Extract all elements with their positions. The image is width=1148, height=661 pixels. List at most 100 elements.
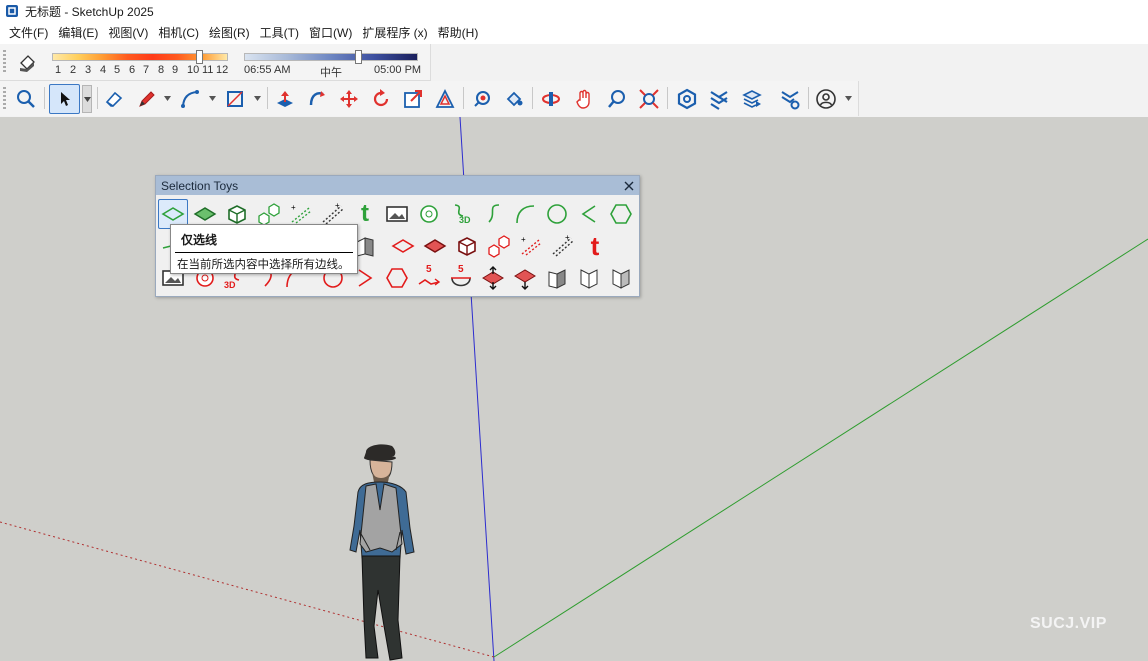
month-slider-thumb[interactable] [196, 50, 203, 64]
stack-icon [742, 90, 762, 108]
tape-measure-button[interactable] [469, 86, 495, 112]
watermark: SUCJ.VIP [1030, 615, 1107, 632]
deselect-guide-points-button[interactable]: + [516, 231, 546, 261]
pencil-button[interactable] [134, 86, 160, 112]
deselect-faces-button[interactable] [420, 231, 450, 261]
month-label: 3 [85, 64, 92, 76]
chevron-down-icon[interactable] [845, 96, 852, 101]
select-curves-button[interactable] [478, 199, 508, 229]
rotate-button[interactable] [368, 86, 394, 112]
svg-text:+: + [521, 235, 526, 244]
deselect-text-button[interactable]: t [580, 231, 610, 261]
time-slider[interactable] [244, 50, 418, 64]
menu-help[interactable]: 帮助(H) [433, 22, 484, 44]
select-3d-text-button[interactable]: 3D [446, 199, 476, 229]
zoom-button[interactable] [604, 86, 630, 112]
image-icon [386, 206, 408, 222]
select-coplanar-button[interactable] [606, 263, 636, 293]
select-by-segments-button[interactable]: 5 [446, 263, 476, 293]
diamond-arrows-icon [482, 266, 504, 290]
zoom-window-button[interactable] [636, 86, 662, 112]
pan-button[interactable] [571, 86, 597, 112]
follow-me-button[interactable] [304, 86, 330, 112]
menu-draw[interactable]: 绘图(R) [204, 22, 255, 44]
time-start-label: 06:55 AM [244, 64, 291, 76]
deselect-polygons-button[interactable] [382, 263, 412, 293]
close-icon[interactable] [624, 181, 634, 191]
grow-selection-button[interactable] [478, 263, 508, 293]
tooltip-body: 在当前所选内容中选择所有边线。 [177, 259, 350, 271]
select-by-sides-button[interactable]: 5 [414, 263, 444, 293]
arc-icon [516, 205, 535, 224]
menu-edit[interactable]: 编辑(E) [53, 22, 103, 44]
eraser-icon [105, 91, 123, 108]
month-label: 10 [187, 64, 200, 76]
select-dropdown[interactable] [82, 85, 92, 113]
deselect-guide-lines-button[interactable]: + [548, 231, 578, 261]
badge-3d: 3D [459, 215, 471, 225]
move-icon [340, 90, 358, 108]
shadow-toggle-button[interactable] [14, 50, 40, 76]
menu-view[interactable]: 视图(V) [103, 22, 153, 44]
tooltip-title: 仅选线 [175, 225, 353, 253]
chevron-down-icon[interactable] [164, 96, 171, 101]
toolbar-grip[interactable] [3, 87, 6, 111]
push-pull-button[interactable] [272, 86, 298, 112]
styles-gear-icon [781, 91, 800, 110]
month-ticks: 1 2 3 4 5 6 7 8 9 10 11 12 [55, 64, 230, 76]
menu-window[interactable]: 窗口(W) [304, 22, 357, 44]
rectangle-button[interactable] [222, 86, 248, 112]
month-label: 11 [202, 64, 214, 76]
paint-bucket-icon [506, 91, 523, 107]
selection-toys-header[interactable]: Selection Toys [156, 176, 639, 195]
layers-button[interactable] [739, 86, 765, 112]
menu-tools[interactable]: 工具(T) [255, 22, 304, 44]
time-end-label: 05:00 PM [374, 64, 422, 76]
zoom-extents-button[interactable] [13, 86, 39, 112]
time-slider-thumb[interactable] [355, 50, 362, 64]
move-button[interactable] [336, 86, 362, 112]
orbit-button[interactable] [538, 86, 564, 112]
select-button[interactable] [49, 84, 80, 114]
layers-x-icon [710, 91, 728, 110]
deselect-edges-button[interactable] [388, 231, 418, 261]
chevron-down-icon[interactable] [209, 96, 216, 101]
face-diamond-icon [423, 239, 447, 253]
month-slider[interactable] [52, 50, 228, 64]
select-circles-button[interactable] [542, 199, 572, 229]
scale-icon [404, 90, 422, 108]
styles-button[interactable] [777, 86, 803, 112]
chevron-down-icon[interactable] [254, 96, 261, 101]
account-button[interactable] [813, 86, 839, 112]
solid-tools-button[interactable] [706, 86, 732, 112]
t-glyph: t [361, 200, 369, 227]
time-noon-label: 中午 [320, 67, 342, 79]
deselect-groups-button[interactable] [452, 231, 482, 261]
select-images-button[interactable] [382, 199, 412, 229]
offset-button[interactable] [432, 86, 458, 112]
select-front-faces-button[interactable] [542, 263, 572, 293]
badge-5: 5 [458, 264, 464, 275]
select-polygons-button[interactable] [606, 199, 636, 229]
select-back-faces-button[interactable] [574, 263, 604, 293]
section-plane-button[interactable] [674, 86, 700, 112]
select-freehand-button[interactable] [574, 199, 604, 229]
arc-icon [181, 90, 199, 108]
eraser-button[interactable] [101, 86, 127, 112]
hand-icon [576, 89, 590, 109]
scale-button[interactable] [400, 86, 426, 112]
menu-file[interactable]: 文件(F) [0, 22, 53, 44]
deselect-components-button[interactable] [484, 231, 514, 261]
select-section-planes-button[interactable] [414, 199, 444, 229]
shrink-selection-button[interactable] [510, 263, 540, 293]
arc-button[interactable] [177, 86, 203, 112]
menu-bar: 文件(F) 编辑(E) 视图(V) 相机(C) 绘图(R) 工具(T) 窗口(W… [0, 22, 1148, 45]
shadow-icon [20, 55, 35, 72]
menu-camera[interactable]: 相机(C) [153, 22, 204, 44]
month-label: 7 [143, 64, 150, 76]
circle-icon [547, 204, 567, 224]
menu-extensions[interactable]: 扩展程序 (x) [357, 22, 432, 44]
toolbar-grip[interactable] [3, 50, 6, 74]
select-arcs-button[interactable] [510, 199, 540, 229]
text-button[interactable] [501, 86, 527, 112]
